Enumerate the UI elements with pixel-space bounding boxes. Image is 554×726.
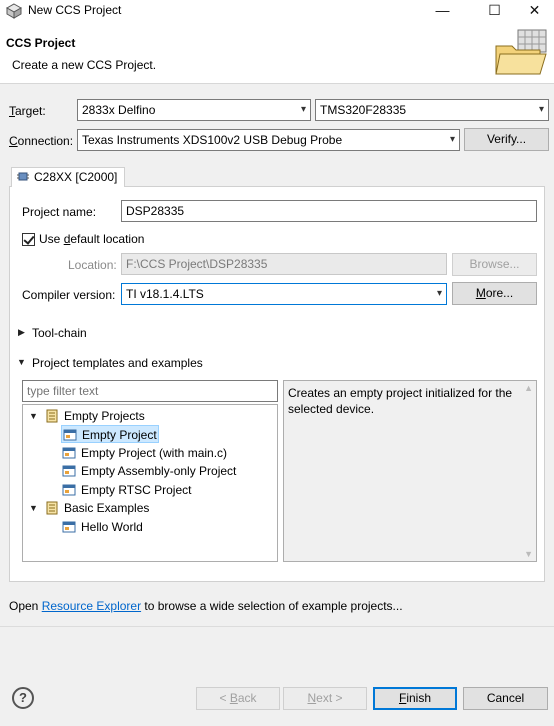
ccs-app-icon <box>6 3 22 19</box>
target-family-value: 2833x Delfino <box>82 103 156 117</box>
folder-wizard-icon <box>495 29 547 75</box>
chip-icon <box>17 172 29 181</box>
maximize-button[interactable]: ☐ <box>472 0 517 22</box>
chevron-down-icon: ▾ <box>436 288 442 299</box>
project-template-icon <box>62 447 76 459</box>
project-template-icon <box>62 465 76 477</box>
compiler-version-value: TI v18.1.4.LTS <box>126 287 204 301</box>
filter-input[interactable] <box>22 380 278 402</box>
browse-button[interactable]: Browse... <box>452 253 537 276</box>
help-icon[interactable]: ? <box>12 687 34 709</box>
project-template-icon <box>62 484 76 496</box>
project-template-icon <box>63 429 77 441</box>
chevron-down-icon: ▾ <box>449 134 455 145</box>
default-location-checkbox[interactable] <box>22 233 35 246</box>
back-button[interactable]: < Back <box>196 687 280 710</box>
compiler-version-combo[interactable]: TI v18.1.4.LTS ▾ <box>121 283 447 305</box>
connection-label: Connection: <box>9 134 74 148</box>
tree-group-label: Basic Examples <box>64 501 150 515</box>
window-title: New CCS Project <box>28 3 122 17</box>
templates-section[interactable]: Project templates and examples <box>32 356 203 370</box>
tree-item-label: Empty Project (with main.c) <box>81 446 228 460</box>
tree-item-label: Empty Assembly-only Project <box>81 464 237 478</box>
finish-button[interactable]: Finish <box>373 687 457 710</box>
connection-combo[interactable]: Texas Instruments XDS100v2 USB Debug Pro… <box>77 129 460 151</box>
description-text: Creates an empty project initialized for… <box>288 386 513 416</box>
templates-tree[interactable]: ▼ Empty Projects Empty Project Empty Pro… <box>22 404 278 562</box>
location-label: Location: <box>68 258 117 272</box>
tree-group-label: Empty Projects <box>64 409 145 423</box>
verify-button[interactable]: Verify... <box>464 128 549 151</box>
wizard-title: CCS Project <box>6 36 76 50</box>
project-template-icon <box>62 521 76 533</box>
compiler-version-label: Compiler version: <box>22 288 116 302</box>
tree-item-empty-project[interactable]: Empty Project <box>61 425 159 443</box>
project-name-input[interactable]: DSP28335 <box>121 200 537 222</box>
expand-triangle-icon[interactable]: ▶ <box>18 327 25 338</box>
toolchain-section[interactable]: Tool-chain <box>32 326 87 340</box>
close-button[interactable]: ✕ <box>512 0 554 22</box>
collapse-triangle-icon[interactable]: ▼ <box>17 357 26 367</box>
scroll-down-icon[interactable]: ▼ <box>524 549 533 559</box>
note-suffix: to browse a wide selection of example pr… <box>141 599 403 613</box>
tree-item-label: Empty Project <box>82 428 157 442</box>
minimize-button[interactable]: — <box>420 0 465 22</box>
wizard-banner <box>0 22 554 84</box>
target-label: Target: <box>9 104 46 118</box>
resource-explorer-link[interactable]: Resource Explorer <box>42 599 141 613</box>
target-device-combo[interactable]: TMS320F28335 ▾ <box>315 99 549 121</box>
location-input[interactable]: F:\CCS Project\DSP28335 <box>121 253 447 275</box>
connection-value: Texas Instruments XDS100v2 USB Debug Pro… <box>82 133 343 147</box>
next-button[interactable]: Next > <box>283 687 367 710</box>
footer-divider <box>0 626 554 627</box>
note-prefix: Open <box>9 599 42 613</box>
project-name-label: Project name: <box>22 205 97 219</box>
cancel-button[interactable]: Cancel <box>463 687 548 710</box>
default-location-label: Use default location <box>39 232 145 246</box>
wizard-subtitle: Create a new CCS Project. <box>12 58 157 72</box>
collapse-triangle-icon[interactable]: ▼ <box>29 499 38 517</box>
scroll-up-icon[interactable]: ▲ <box>524 383 533 393</box>
more-button[interactable]: More... <box>452 282 537 305</box>
chevron-down-icon: ▾ <box>538 104 544 115</box>
book-icon <box>46 501 58 515</box>
target-family-combo[interactable]: 2833x Delfino ▾ <box>77 99 311 121</box>
tab-label: C28XX [C2000] <box>34 170 118 184</box>
book-icon <box>46 409 58 423</box>
collapse-triangle-icon[interactable]: ▼ <box>29 407 38 425</box>
target-device-value: TMS320F28335 <box>320 103 407 117</box>
template-description: Creates an empty project initialized for… <box>283 380 537 562</box>
resource-explorer-note: Open Resource Explorer to browse a wide … <box>9 599 403 613</box>
tree-item-label: Empty RTSC Project <box>81 483 192 497</box>
chevron-down-icon: ▾ <box>300 104 306 115</box>
tree-item-label: Hello World <box>81 520 143 534</box>
